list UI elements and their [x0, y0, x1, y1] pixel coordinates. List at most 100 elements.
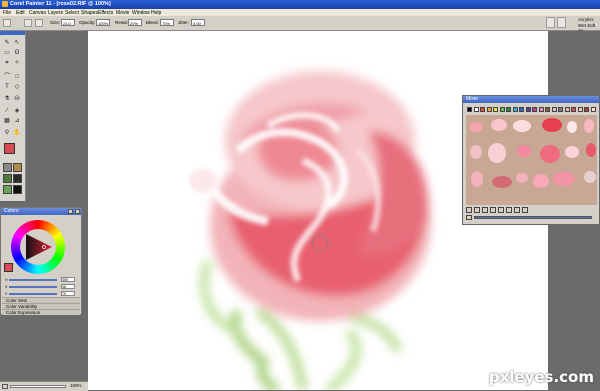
main-color-swatch[interactable]: [4, 143, 15, 154]
panel-minimize-icon[interactable]: [68, 209, 73, 214]
mixer-swatch[interactable]: [525, 107, 531, 112]
brush-category-icon[interactable]: [546, 17, 555, 28]
mixer-sample-color-icon[interactable]: [490, 207, 496, 213]
mixer-swatch[interactable]: [551, 107, 557, 112]
mixer-swatch[interactable]: [545, 107, 550, 112]
mixer-zoom-icon[interactable]: [506, 207, 512, 213]
mixer-swatch[interactable]: [571, 107, 576, 112]
mixer-swatch[interactable]: [467, 107, 472, 112]
mixer-swatch[interactable]: [506, 107, 511, 112]
text-icon[interactable]: T: [3, 83, 11, 91]
saturation-slider[interactable]: S 48: [5, 284, 79, 289]
mixer-swatch[interactable]: [564, 107, 570, 112]
mixer-panel-header[interactable]: Mixer: [463, 96, 599, 103]
resat-field[interactable]: 20%: [128, 19, 142, 26]
brush-icon[interactable]: [3, 19, 11, 27]
mixer-swatch[interactable]: [473, 107, 479, 112]
app-icon: [2, 1, 8, 7]
brush-tool-icon[interactable]: ✎: [3, 39, 11, 47]
mixer-pad[interactable]: [466, 115, 597, 205]
mixer-swatch[interactable]: [499, 107, 505, 112]
paper-selector-icon[interactable]: [3, 163, 12, 172]
right-gutter: [548, 31, 600, 95]
size-field[interactable]: 23.0: [61, 19, 75, 26]
mixer-pan-icon[interactable]: [514, 207, 520, 213]
mixer-brush-size-slider[interactable]: [474, 216, 592, 219]
mixer-clear-icon[interactable]: [522, 207, 528, 213]
rect-select-icon[interactable]: ▭: [3, 49, 11, 57]
value-track[interactable]: [9, 293, 57, 295]
zoom-out-icon[interactable]: [2, 384, 8, 389]
magic-wand-icon[interactable]: ✧: [13, 59, 21, 67]
mixer-swatch[interactable]: [590, 107, 596, 112]
look-selector-icon[interactable]: [3, 185, 12, 194]
opacity-label: Opacity:: [79, 20, 96, 25]
opacity-field[interactable]: 100%: [96, 19, 110, 26]
mixer-dirty-brush-icon[interactable]: [466, 207, 472, 213]
value-slider[interactable]: V 79: [5, 291, 79, 296]
pattern-selector-icon[interactable]: [3, 174, 12, 183]
brush-variant-icon[interactable]: [557, 17, 566, 28]
mixer-swatch[interactable]: [584, 107, 589, 112]
divine-proportion-icon[interactable]: ▦: [3, 117, 11, 125]
mixer-swatch[interactable]: [558, 107, 563, 112]
mixer-swatch[interactable]: [532, 107, 537, 112]
bleed-field[interactable]: 70%: [160, 19, 174, 26]
hue-value[interactable]: 355: [61, 277, 75, 282]
hue-track[interactable]: [9, 279, 57, 281]
mixer-sample-multiple-icon[interactable]: [498, 207, 504, 213]
value-value[interactable]: 79: [61, 291, 75, 296]
layer-adjuster-icon[interactable]: ↖: [13, 39, 21, 47]
lasso-icon[interactable]: ʘ: [13, 49, 21, 57]
mixer-swatch[interactable]: [493, 107, 498, 112]
nozzle-selector-icon[interactable]: [13, 174, 22, 183]
saturation-value[interactable]: 48: [61, 284, 75, 289]
watermark: pxleyes.com: [488, 368, 594, 386]
hue-slider[interactable]: H 355: [5, 277, 79, 282]
shape-icon[interactable]: □: [13, 73, 21, 81]
toolbox-header[interactable]: [0, 31, 25, 35]
shape-select-icon[interactable]: ◇: [13, 83, 21, 91]
colors-panel-header[interactable]: Colors: [1, 208, 81, 215]
mixer-swatch[interactable]: [519, 107, 524, 112]
gradient-selector-icon[interactable]: [13, 163, 22, 172]
mixer-toolbar: [466, 207, 597, 221]
bleed-label: Bleed:: [146, 20, 159, 25]
hue-label: H: [5, 278, 8, 282]
pen-icon[interactable]: ⌒: [3, 73, 11, 81]
clone-icon[interactable]: ◈: [13, 107, 21, 115]
mixer-panel: Mixer: [462, 95, 600, 225]
panel-main-color[interactable]: [4, 263, 13, 272]
saturation-triangle[interactable]: [22, 231, 54, 263]
mixer-brush-size-icon: [466, 215, 472, 220]
zoom-level[interactable]: 100%: [70, 383, 82, 388]
magnifier-icon[interactable]: ⚲: [3, 129, 11, 137]
dropper-icon[interactable]: ⚗: [3, 95, 11, 103]
resat-label: Resat:: [115, 20, 129, 25]
weaves-selector-icon[interactable]: [13, 185, 22, 194]
mixer-apply-color-icon[interactable]: [474, 207, 480, 213]
toolbox: ✎ ↖ ▭ ʘ ⌗ ✧ ⌒ □ T ◇ ⚗ ⛁ ⁄ ◈ ▦ ⊿ ⚲ ✋: [0, 31, 26, 201]
saturation-track[interactable]: [9, 286, 57, 288]
hue-ring[interactable]: [11, 220, 65, 274]
paint-bucket-icon[interactable]: ⛁: [13, 95, 21, 103]
zoom-slider[interactable]: [10, 385, 66, 388]
colors-panel: Colors H 355 S 48 V 79 Color Sets Color …: [0, 207, 82, 315]
mixer-swatch[interactable]: [480, 107, 485, 112]
grabber-icon[interactable]: ✋: [13, 129, 21, 137]
jitter-field[interactable]: 0.00: [191, 19, 205, 26]
panel-close-icon[interactable]: [75, 209, 80, 214]
mixer-swatch[interactable]: [512, 107, 518, 112]
mixer-mix-color-icon[interactable]: [482, 207, 488, 213]
eyedropper-icon[interactable]: ⁄: [3, 107, 11, 115]
dab-icon[interactable]: [24, 19, 32, 27]
mixer-swatch[interactable]: [538, 107, 544, 112]
saturation-label: S: [5, 285, 8, 289]
mixer-swatch[interactable]: [486, 107, 492, 112]
stroke-icon[interactable]: [35, 19, 43, 27]
brush-category-label[interactable]: Acrylics: [578, 17, 594, 22]
color-expression-section[interactable]: Color Expression: [2, 309, 80, 315]
mixer-swatch[interactable]: [577, 107, 583, 112]
crop-icon[interactable]: ⌗: [3, 59, 11, 67]
mirror-icon[interactable]: ⊿: [13, 117, 21, 125]
